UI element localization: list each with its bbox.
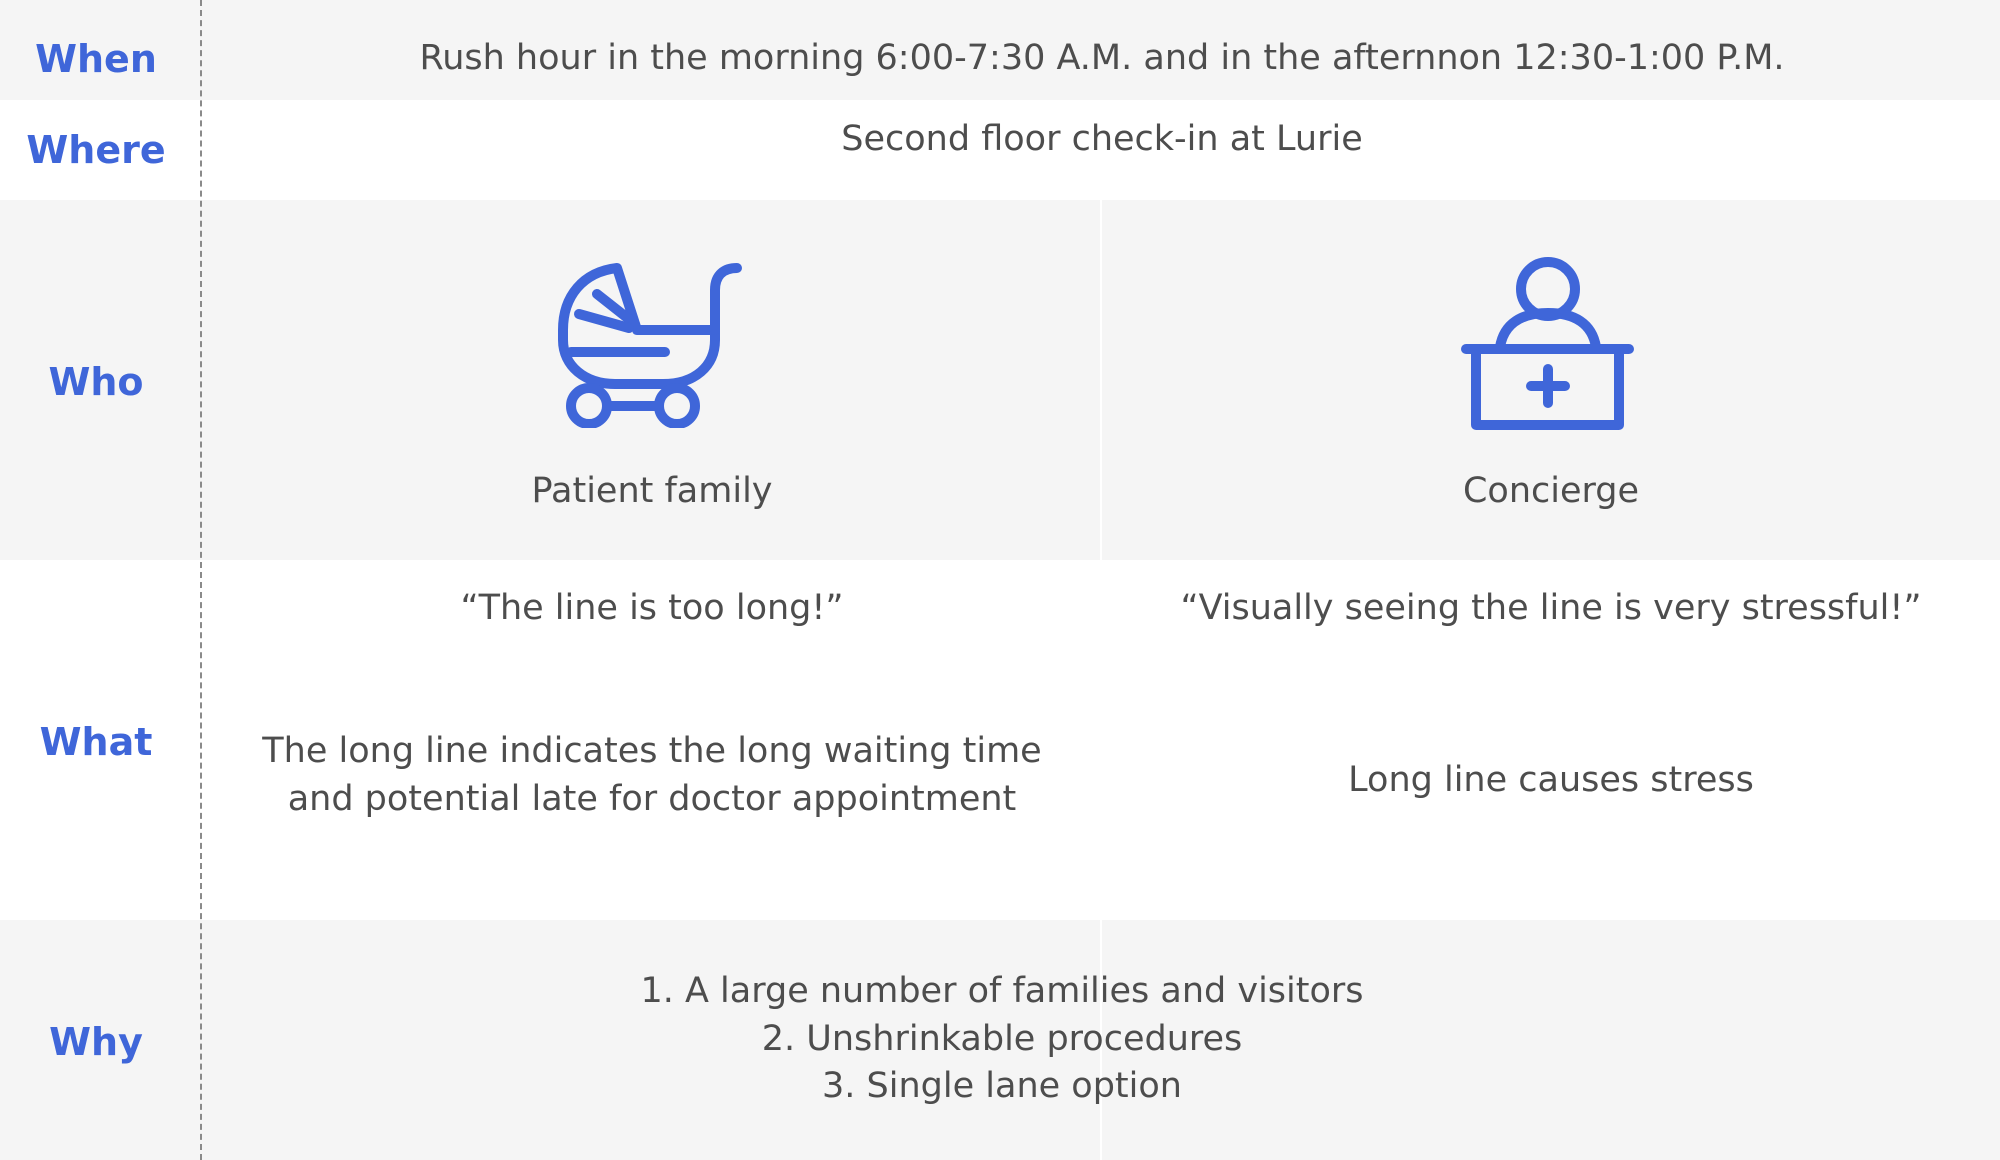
concierge-desk-icon [1461, 257, 1634, 430]
row-label-what: What [39, 720, 153, 764]
row-label-when: When [35, 37, 157, 81]
what-patient-description-line: The long line indicates the long waiting… [262, 731, 1042, 771]
row-label-why: Why [49, 1020, 143, 1064]
why-list-item: 1. A large number of families and visito… [640, 971, 1364, 1011]
what-patient-quote: “The line is too long!” [460, 588, 844, 628]
what-patient-description: The long line indicates the long waiting… [204, 728, 1100, 823]
affinity-board: When Where Who What Why Rush hour in the… [0, 0, 2000, 1160]
why-list-item: 2. Unshrinkable procedures [761, 1018, 1243, 1059]
row-label-where: Where [26, 128, 166, 172]
where-text: Second floor check-in at Lurie [841, 119, 1363, 159]
what-concierge-quote: “Visually seeing the line is very stress… [1180, 588, 1922, 628]
why-list: 1. A large number of families and visito… [204, 968, 1800, 1111]
who-patient-family: Patient family [531, 471, 773, 511]
why-list-item: 3. Single lane option [822, 1066, 1182, 1107]
label-column-dashed-divider [200, 0, 202, 1160]
what-patient-description-line: and potential late for doctor appointmen… [287, 778, 1017, 819]
when-text: Rush hour in the morning 6:00-7:30 A.M. … [419, 38, 1785, 78]
what-concierge-description: Long line causes stress [1348, 760, 1754, 800]
who-concierge: Concierge [1462, 471, 1640, 511]
stroller-icon [558, 263, 742, 428]
row-label-who: Who [48, 360, 144, 404]
